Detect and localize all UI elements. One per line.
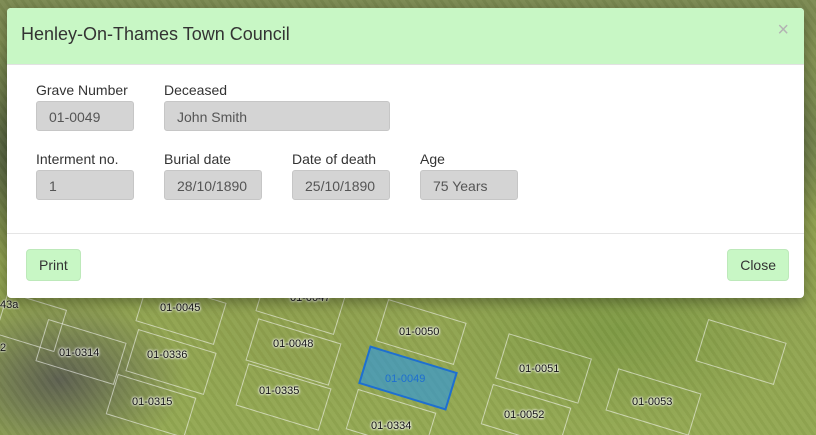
close-icon[interactable]: × <box>777 20 789 40</box>
age-label: Age <box>420 151 445 167</box>
modal-title: Henley-On-Thames Town Council <box>21 24 290 44</box>
grave-number-label: Grave Number <box>36 82 128 98</box>
plot-label[interactable]: 01-0334 <box>371 420 411 432</box>
plot-label[interactable]: 01-0048 <box>273 338 313 350</box>
deceased-label: Deceased <box>164 82 228 98</box>
map-plot[interactable] <box>235 363 332 431</box>
burial-date-label: Burial date <box>164 151 231 167</box>
modal-header: Henley-On-Thames Town Council × <box>7 8 804 65</box>
plot-label[interactable]: 01-0314 <box>59 347 99 359</box>
plot-label-selected[interactable]: 01-0049 <box>385 373 425 385</box>
footer-divider <box>7 233 804 234</box>
grave-number-field[interactable]: 01-0049 <box>36 101 134 131</box>
plot-label[interactable]: 01-0050 <box>399 326 439 338</box>
burial-date-field[interactable]: 28/10/1890 <box>164 170 262 200</box>
plot-label[interactable]: 01-0315 <box>132 396 172 408</box>
print-button[interactable]: Print <box>26 249 81 281</box>
plot-label[interactable]: 01-0335 <box>259 385 299 397</box>
plot-label[interactable]: 01-0053 <box>632 396 672 408</box>
interment-no-label: Interment no. <box>36 151 119 167</box>
grave-details-modal: Henley-On-Thames Town Council × Grave Nu… <box>7 8 804 298</box>
age-field[interactable]: 75 Years <box>420 170 518 200</box>
interment-no-field[interactable]: 1 <box>36 170 134 200</box>
date-of-death-label: Date of death <box>292 151 377 167</box>
plot-label[interactable]: 01-0336 <box>147 349 187 361</box>
map-plot[interactable] <box>125 328 217 396</box>
edge-plot-label: 43a <box>0 299 19 311</box>
map-plot[interactable] <box>245 318 342 386</box>
plot-label[interactable]: 01-0045 <box>160 302 200 314</box>
date-of-death-field[interactable]: 25/10/1890 <box>292 170 390 200</box>
map-plot[interactable] <box>0 291 68 353</box>
deceased-field[interactable]: John Smith <box>164 101 390 131</box>
close-button[interactable]: Close <box>727 249 789 281</box>
map-plot[interactable] <box>695 318 787 386</box>
edge-plot-label: 2 <box>0 342 7 354</box>
plot-label[interactable]: 01-0051 <box>519 363 559 375</box>
plot-label[interactable]: 01-0052 <box>504 409 544 421</box>
